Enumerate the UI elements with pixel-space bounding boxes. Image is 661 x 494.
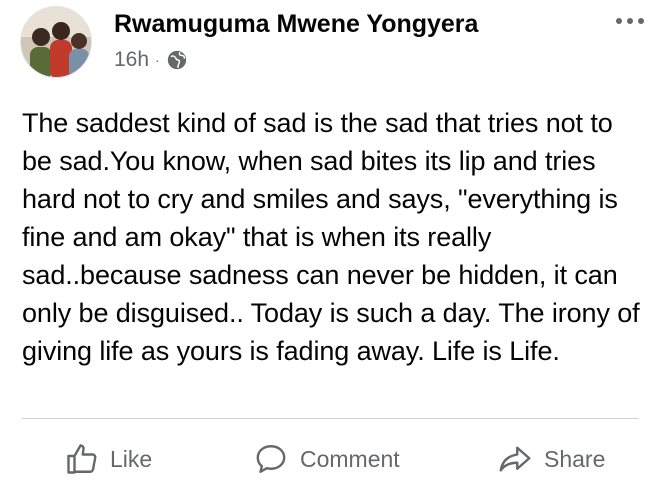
meta-separator: · — [155, 52, 160, 68]
share-label: Share — [544, 445, 606, 472]
share-button[interactable]: Share — [496, 428, 605, 490]
avatar[interactable] — [20, 6, 92, 78]
comment-label: Comment — [300, 445, 400, 472]
comment-button[interactable]: Comment — [252, 428, 400, 490]
post-header: Rwamuguma Mwene Yongyera 16h · — [18, 6, 648, 78]
post-meta: 16h · — [114, 48, 188, 72]
divider — [22, 418, 639, 419]
thumbs-up-icon — [67, 444, 97, 474]
more-options-button[interactable] — [612, 14, 648, 28]
post-time[interactable]: 16h — [114, 48, 149, 72]
like-button[interactable]: Like — [64, 428, 152, 490]
globe-icon[interactable] — [166, 49, 188, 71]
share-icon — [499, 446, 531, 472]
author-name[interactable]: Rwamuguma Mwene Yongyera — [114, 10, 478, 39]
avatar-photo — [21, 7, 91, 77]
more-dot-icon — [616, 18, 622, 24]
post-text: The saddest kind of sad is the sad that … — [22, 108, 640, 366]
post-actions: Like Comment Share — [0, 428, 661, 490]
more-dot-icon — [627, 18, 633, 24]
like-label: Like — [110, 445, 153, 472]
more-dot-icon — [638, 18, 644, 24]
comment-icon — [256, 445, 286, 473]
